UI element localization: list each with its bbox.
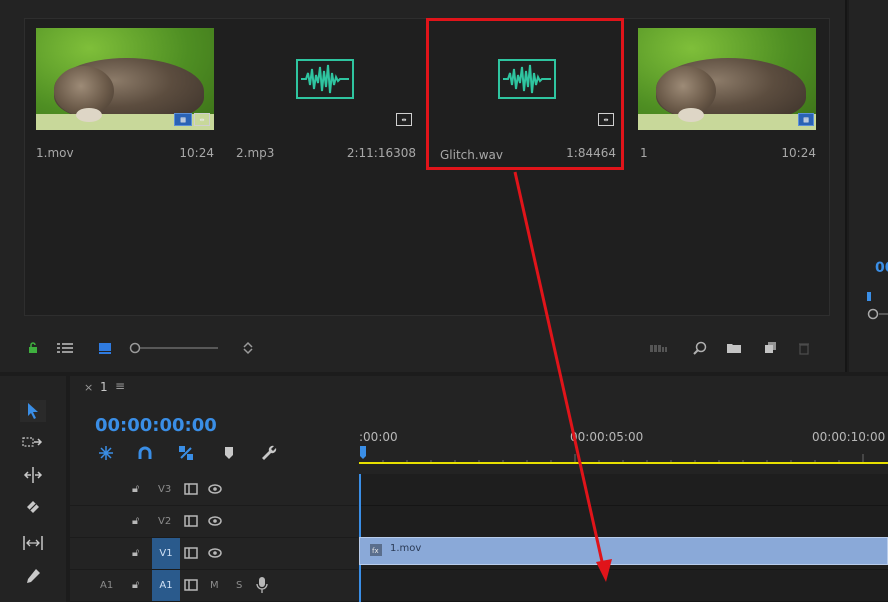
red-arrow-annotation — [513, 171, 612, 582]
